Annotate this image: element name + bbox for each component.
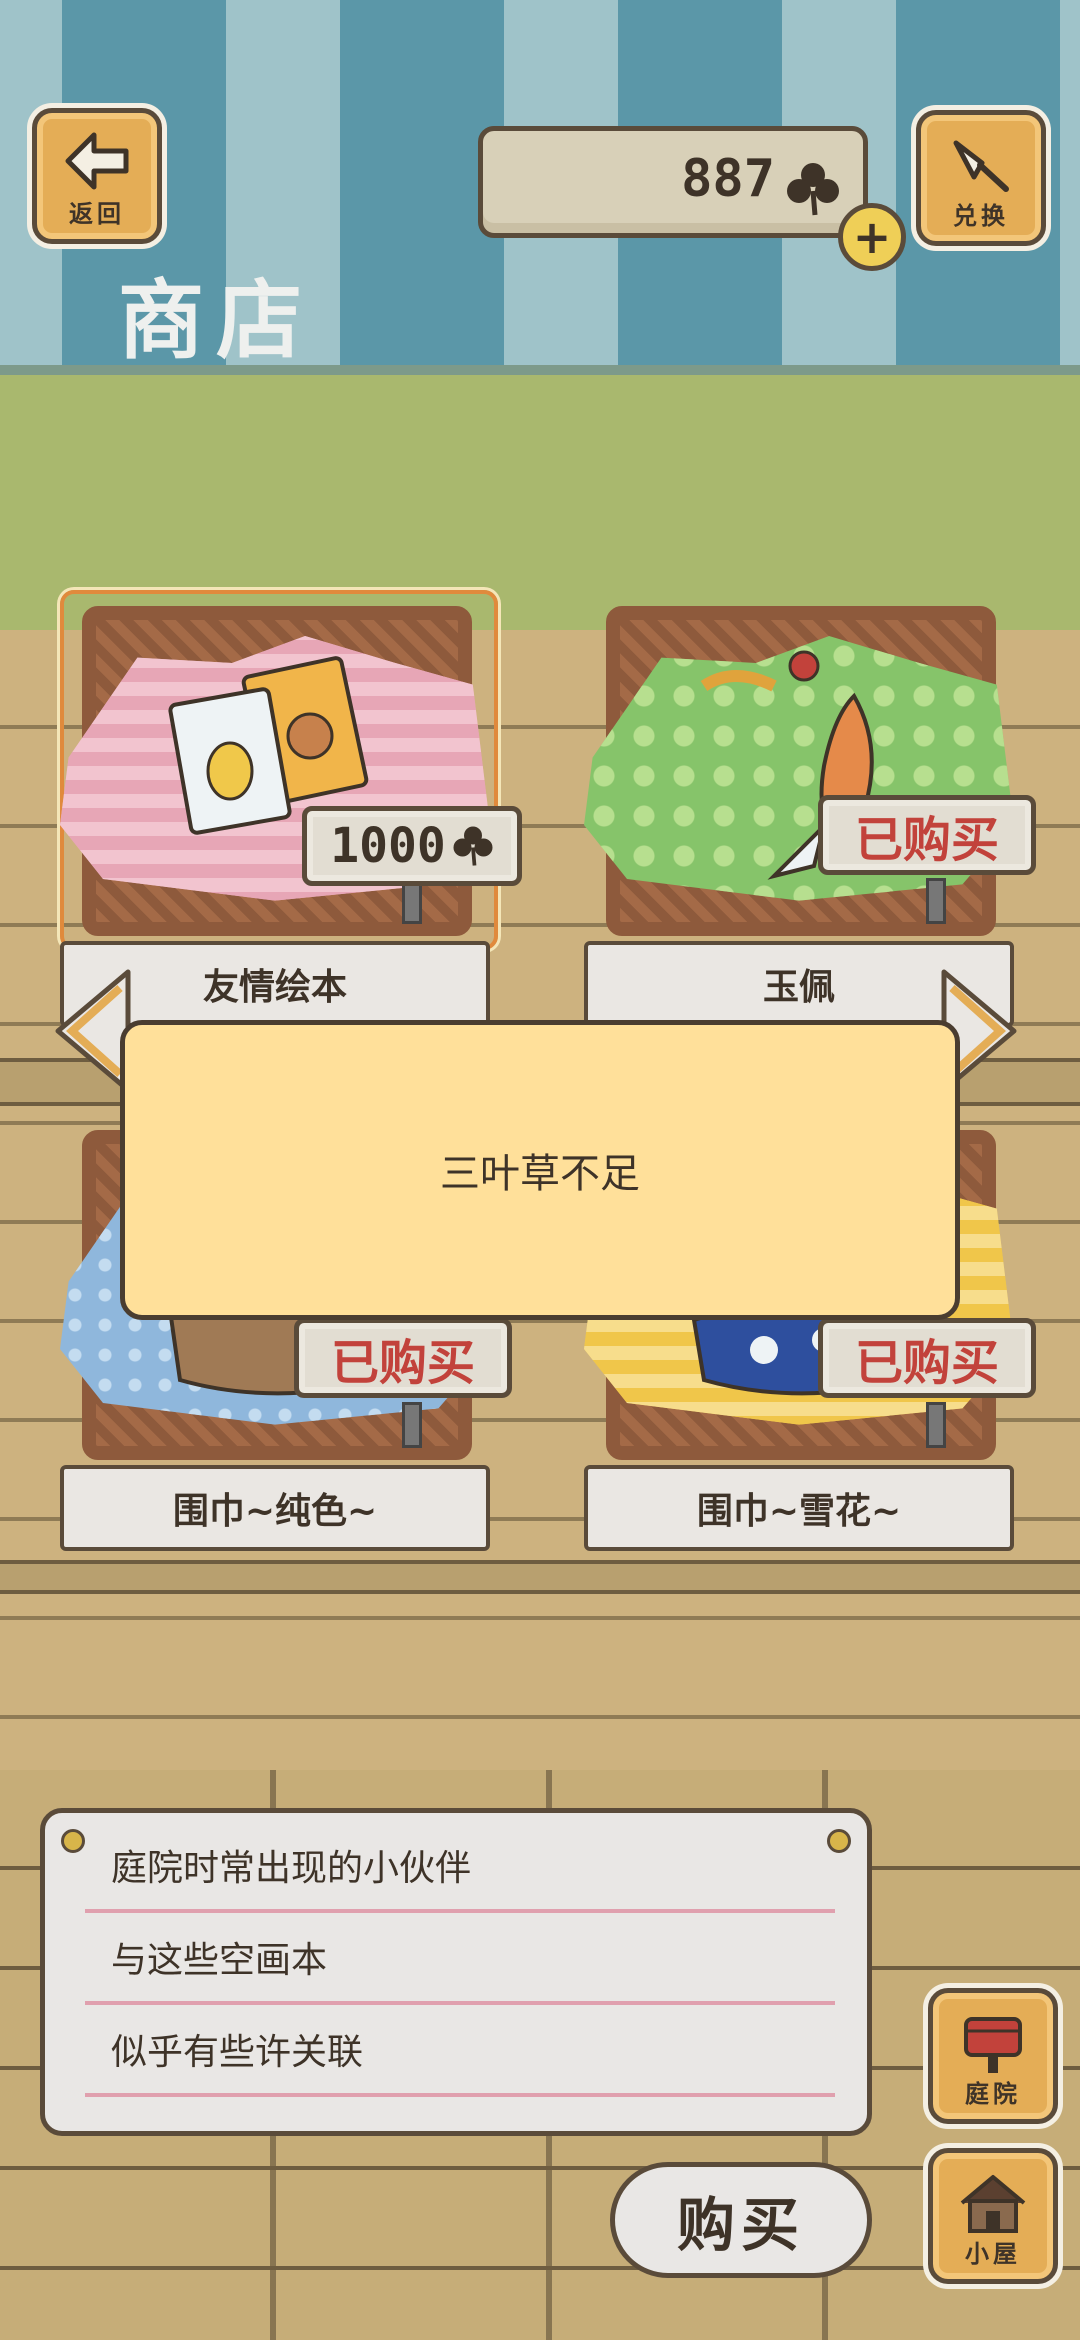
buy-button[interactable]: 购买 (610, 2162, 872, 2278)
tag-stem (402, 1402, 422, 1448)
yard-label: 庭院 (965, 2080, 1021, 2108)
tag-stem (926, 1402, 946, 1448)
back-label: 返回 (69, 200, 125, 228)
page-title: 商店 (118, 271, 314, 371)
pin-decoration (61, 1829, 85, 1853)
clover-count: 887 (681, 149, 775, 209)
house-label: 小屋 (965, 2240, 1021, 2268)
exchange-label: 兑换 (953, 202, 1009, 230)
left-arrow-icon (65, 132, 129, 190)
back-button[interactable]: 返回 (32, 108, 162, 244)
description-line: 与这些空画本 (85, 1915, 835, 2005)
clover-counter: 887 (478, 126, 868, 238)
house-icon (960, 2175, 1026, 2233)
insufficient-clover-dialog[interactable]: 三叶草不足 (120, 1020, 960, 1320)
add-clover-button[interactable]: + (838, 203, 906, 271)
shelf-divider (0, 1560, 1080, 1594)
item-name: 围巾~纯色~ (60, 1465, 490, 1551)
price-tag: 1000 (302, 806, 522, 886)
purchased-tag: 已购买 (818, 1318, 1036, 1398)
exchange-button[interactable]: 兑换 (916, 110, 1046, 246)
tag-stem (926, 878, 946, 924)
description-line: 似乎有些许关联 (85, 2007, 835, 2097)
yard-button[interactable]: 庭院 (928, 1988, 1058, 2124)
dialog-message: 三叶草不足 (440, 1151, 640, 1197)
mailbox-icon (964, 2017, 1022, 2073)
house-button[interactable]: 小屋 (928, 2148, 1058, 2284)
clover-icon (787, 163, 839, 216)
clover-icon (453, 826, 493, 866)
item-description-panel: 庭院时常出现的小伙伴 与这些空画本 似乎有些许关联 (40, 1808, 872, 2136)
purchased-tag: 已购买 (818, 795, 1036, 875)
price-value: 1000 (330, 818, 446, 874)
description-line: 庭院时常出现的小伙伴 (85, 1823, 835, 1913)
purchased-tag: 已购买 (294, 1318, 512, 1398)
bell-icon (953, 140, 1009, 192)
item-name: 围巾~雪花~ (584, 1465, 1014, 1551)
